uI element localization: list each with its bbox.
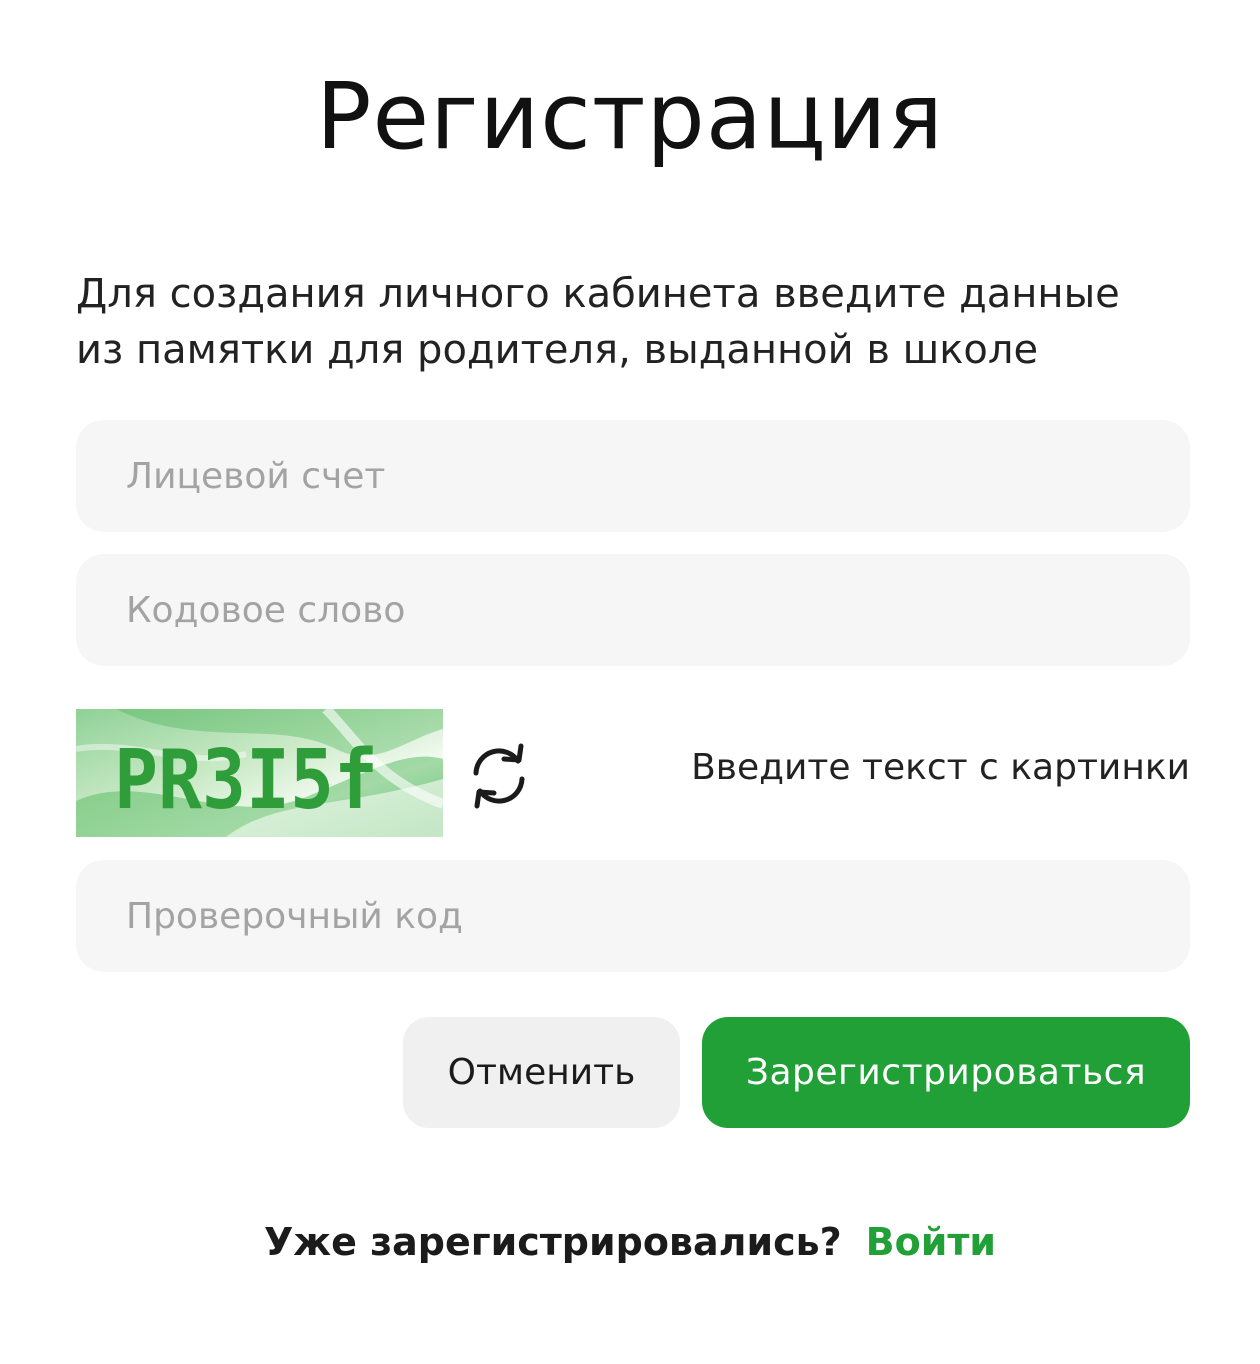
captcha-text: PR3I5f [114,733,378,828]
cancel-button[interactable]: Отменить [403,1017,680,1128]
login-prompt: Уже зарегистрировались? Войти [0,1216,1260,1268]
verification-code-input[interactable] [76,860,1190,972]
captcha-hint: Введите текст с картинки [691,747,1190,788]
register-button[interactable]: Зарегистрироваться [702,1017,1190,1128]
intro-line-1: Для создания личного кабинета введите да… [76,271,1120,317]
page-title: Регистрация [316,63,944,170]
captcha-image: PR3I5f [76,709,443,837]
intro-line-2: из памятки для родителя, выданной в школ… [76,327,1039,373]
intro-text: Для создания личного кабинета введите да… [76,266,1196,378]
refresh-icon [473,743,525,809]
account-number-input[interactable] [76,420,1190,532]
login-link[interactable]: Войти [866,1220,996,1264]
refresh-captcha-button[interactable] [466,743,532,809]
already-registered-text: Уже зарегистрировались? [263,1220,842,1264]
codeword-input[interactable] [76,554,1190,666]
